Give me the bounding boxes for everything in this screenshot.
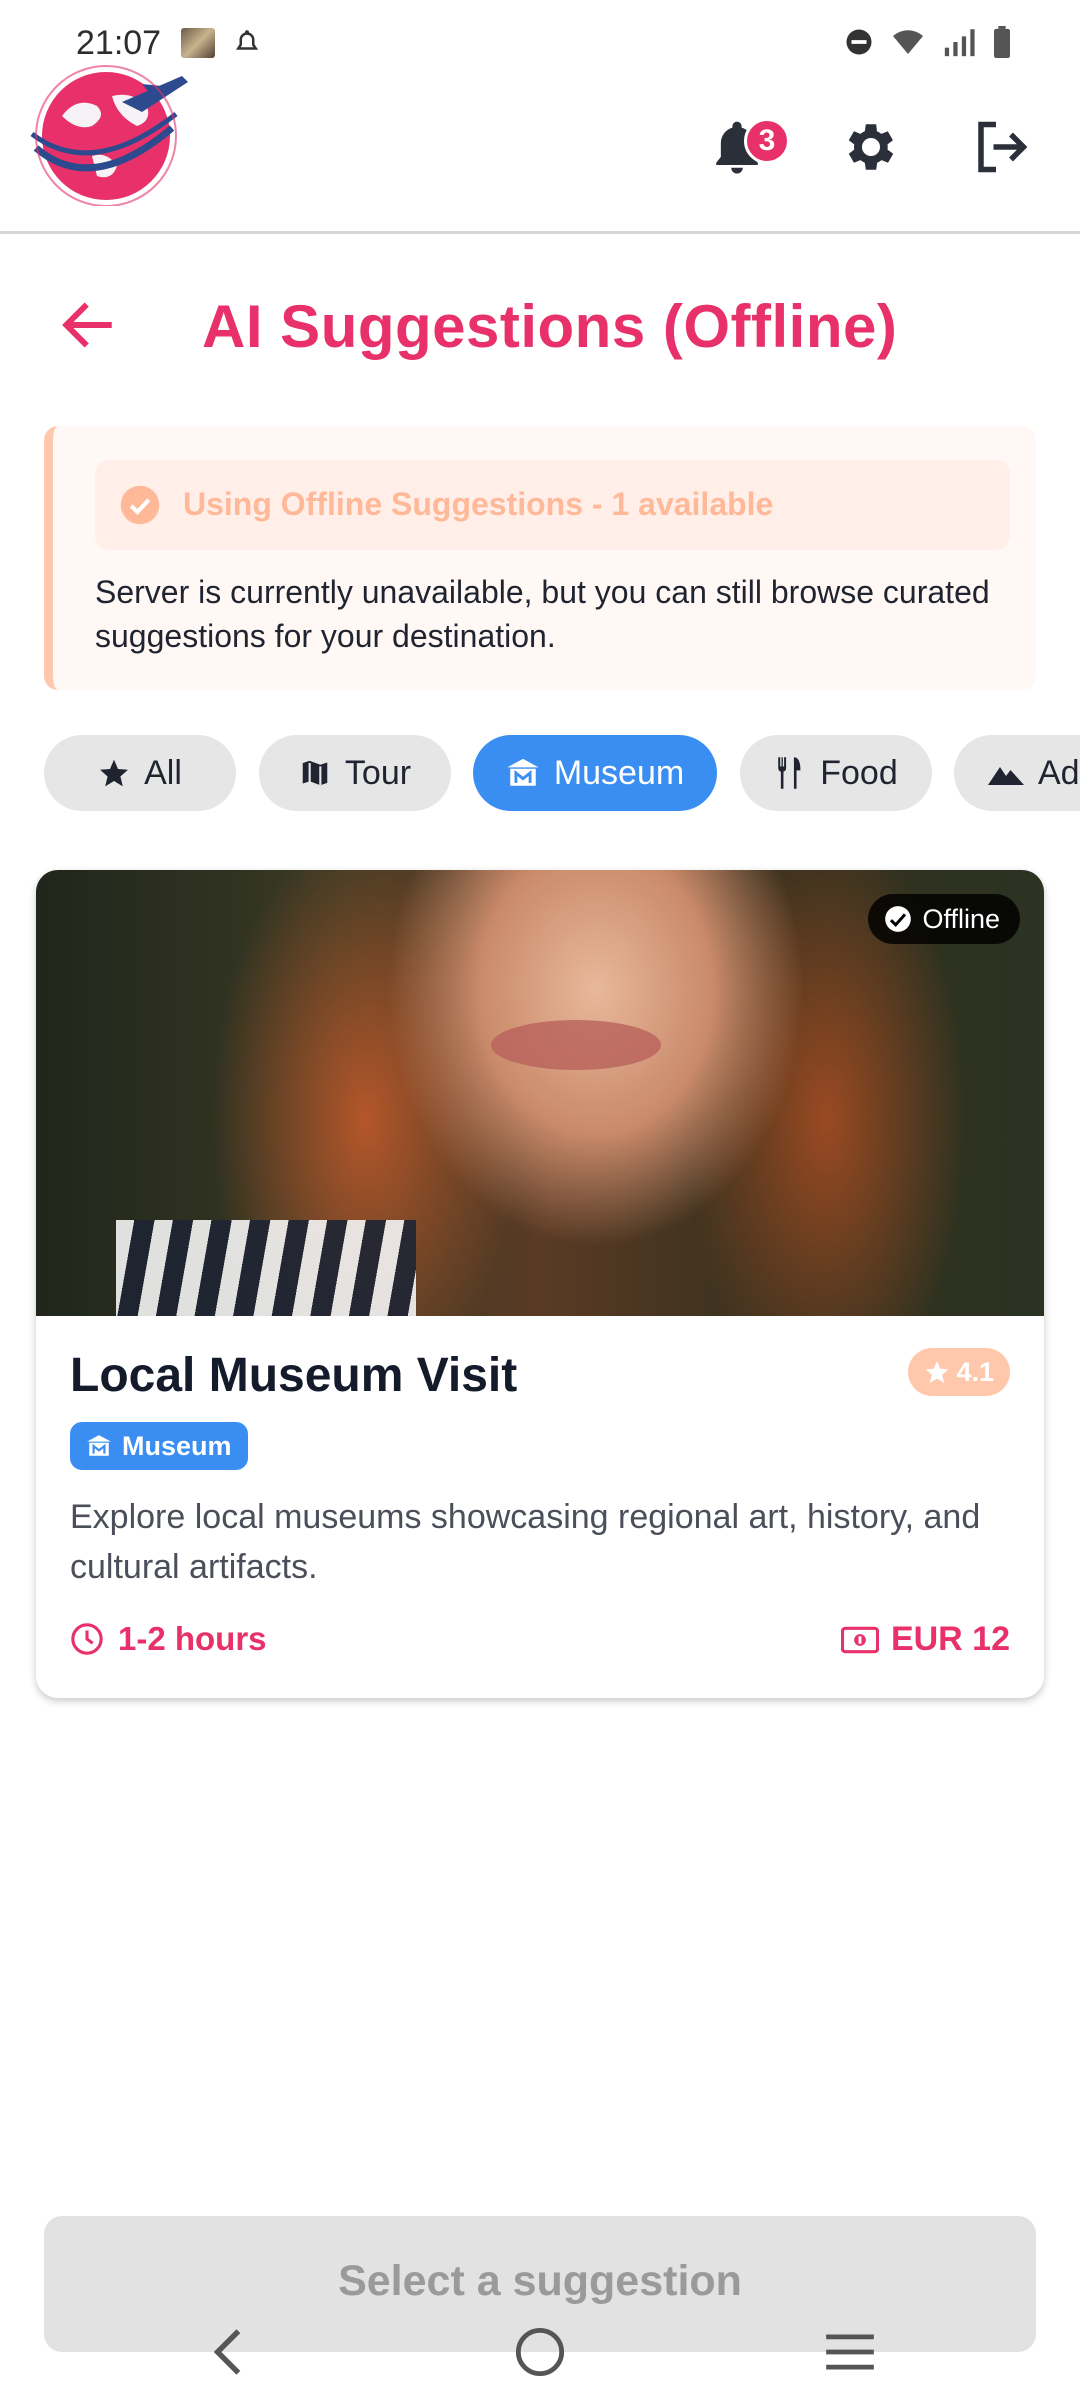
filter-chip-adventure[interactable]: Ad: [954, 735, 1080, 811]
suggestion-description: Explore local museums showcasing regiona…: [70, 1498, 981, 1586]
clock-icon: [71, 1623, 103, 1655]
image-detail: [116, 1220, 416, 1316]
home-circle-icon: [515, 2327, 565, 2377]
museum-icon: [87, 1435, 111, 1456]
filter-chip-food[interactable]: Food: [740, 735, 932, 811]
suggestion-card[interactable]: Offline Local Museum Visit 4.1 Museum Ex…: [36, 870, 1044, 1698]
duration-info: 1-2 hours: [70, 1620, 267, 1658]
menu-icon: [826, 2334, 874, 2370]
mountain-icon: [988, 767, 1024, 785]
filter-chip-label: Museum: [553, 753, 685, 792]
duration-value: 1-2 hours: [118, 1620, 267, 1657]
offline-status-text: Using Offline Suggestions - 1 available: [183, 486, 774, 522]
money-icon: [840, 1626, 879, 1653]
category-label: Museum: [122, 1430, 232, 1461]
star-icon: [100, 759, 129, 787]
logout-icon: [978, 121, 1028, 173]
rating-badge: 4.1: [908, 1348, 1010, 1396]
page-title: AI Suggestions (Offline): [202, 293, 898, 360]
notification-count-badge: 3: [744, 118, 790, 164]
back-button[interactable]: [54, 290, 124, 360]
offline-tag-label: Offline: [922, 903, 1000, 934]
arrow-left-icon: [62, 302, 112, 348]
map-icon: [300, 758, 330, 788]
chevron-left-icon: [213, 2329, 241, 2375]
fork-knife-icon: [778, 757, 801, 789]
nav-home-button[interactable]: [500, 2322, 580, 2382]
price-info: EUR 12: [840, 1620, 1010, 1659]
check-circle-icon: [120, 485, 160, 525]
cloud-check-icon: [885, 906, 912, 932]
filter-chip-label: Food: [820, 753, 898, 792]
suggestion-title: Local Museum Visit: [70, 1349, 518, 1402]
offline-status-pill: Using Offline Suggestions - 1 available: [95, 460, 1010, 550]
filter-chip-label: Ad: [1038, 753, 1080, 792]
app-header: 3: [0, 40, 1080, 234]
offline-message: Server is currently unavailable, but you…: [95, 574, 990, 654]
filter-chip-label: All: [144, 753, 182, 792]
price-value: EUR 12: [890, 1620, 1010, 1658]
category-filter-bar[interactable]: All Tour Museum Food Ad: [44, 735, 1080, 815]
suggestion-image: Offline: [36, 870, 1044, 1316]
settings-button[interactable]: [836, 112, 906, 182]
filter-chip-tour[interactable]: Tour: [259, 735, 451, 811]
filter-chip-label: Tour: [344, 753, 412, 792]
logout-button[interactable]: [966, 112, 1036, 182]
gear-icon: [848, 124, 894, 170]
museum-icon: [507, 758, 539, 786]
nav-back-button[interactable]: [188, 2322, 268, 2382]
category-badge: Museum: [70, 1422, 248, 1470]
filter-chip-all[interactable]: All: [44, 735, 236, 811]
nav-recents-button[interactable]: [810, 2322, 890, 2382]
image-detail: [491, 1020, 661, 1070]
star-icon: [926, 1361, 949, 1383]
rating-value: 4.1: [956, 1356, 994, 1387]
offline-banner: Using Offline Suggestions - 1 available …: [44, 426, 1036, 690]
filter-chip-museum[interactable]: Museum: [473, 735, 717, 811]
globe-plane-logo[interactable]: [22, 56, 192, 206]
offline-tag: Offline: [868, 894, 1020, 944]
